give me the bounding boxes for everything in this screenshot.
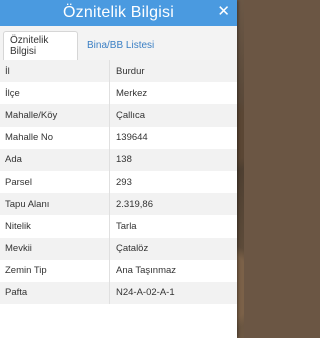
- attribute-row-zemin-tip: Zemin Tip Ana Taşınmaz: [0, 259, 237, 282]
- attribute-value: 138: [116, 154, 132, 166]
- tab-bar: Öznitelik Bilgisi Bina/BB Listesi: [0, 26, 237, 61]
- attribute-row-il: İl Burdur: [0, 60, 237, 83]
- attribute-label: Parsel: [0, 170, 110, 194]
- attribute-label: İl: [0, 60, 110, 83]
- attribute-row-pafta: Pafta N24-A-02-A-1: [0, 281, 237, 305]
- attribute-row-nitelik: Nitelik Tarla: [0, 215, 237, 238]
- panel-titlebar: Öznitelik Bilgisi ✕: [0, 0, 237, 26]
- attribute-value: Çallıca: [116, 109, 146, 121]
- attribute-value: Burdur: [116, 65, 145, 77]
- attribute-row-ilce: İlçe Merkez: [0, 82, 237, 105]
- attribute-row-mahalle-no: Mahalle No 139644: [0, 126, 237, 149]
- attribute-value: 293: [116, 176, 132, 188]
- attribute-label: Nitelik: [0, 215, 110, 238]
- attribute-value: 2.319,86: [116, 198, 153, 210]
- attribute-row-tapu-alani: Tapu Alanı 2.319,86: [0, 193, 237, 216]
- attribute-label: İlçe: [0, 82, 110, 105]
- attribute-info-panel: Öznitelik Bilgisi ✕ Öznitelik Bilgisi Bi…: [0, 0, 237, 338]
- attribute-value: N24-A-02-A-1: [116, 287, 175, 299]
- attribute-row-mevkii: Mevkii Çatalöz: [0, 237, 237, 260]
- attribute-value: Merkez: [116, 87, 148, 99]
- attribute-value: Ana Taşınmaz: [116, 265, 177, 277]
- attribute-table: İl Burdur İlçe Merkez Mahalle/Köy Çallıc…: [0, 60, 237, 305]
- attribute-label: Zemin Tip: [0, 259, 110, 282]
- attribute-row-parsel: Parsel 293: [0, 170, 237, 194]
- attribute-label: Tapu Alanı: [0, 193, 110, 216]
- attribute-label: Mahalle No: [0, 126, 110, 149]
- attribute-label: Mahalle/Köy: [0, 104, 110, 127]
- panel-title: Öznitelik Bilgisi: [63, 4, 174, 21]
- attribute-label: Pafta: [0, 281, 110, 305]
- attribute-label: Ada: [0, 148, 110, 171]
- attribute-value: Çatalöz: [116, 243, 149, 255]
- attribute-label: Mevkii: [0, 237, 110, 260]
- attribute-value: 139644: [116, 132, 148, 144]
- tab-building-list[interactable]: Bina/BB Listesi: [81, 31, 160, 60]
- attribute-row-mahalle: Mahalle/Köy Çallıca: [0, 104, 237, 127]
- tab-attribute-info[interactable]: Öznitelik Bilgisi: [3, 31, 78, 61]
- attribute-row-ada: Ada 138: [0, 148, 237, 171]
- attribute-value: Tarla: [116, 220, 137, 232]
- close-icon[interactable]: ✕: [217, 3, 230, 21]
